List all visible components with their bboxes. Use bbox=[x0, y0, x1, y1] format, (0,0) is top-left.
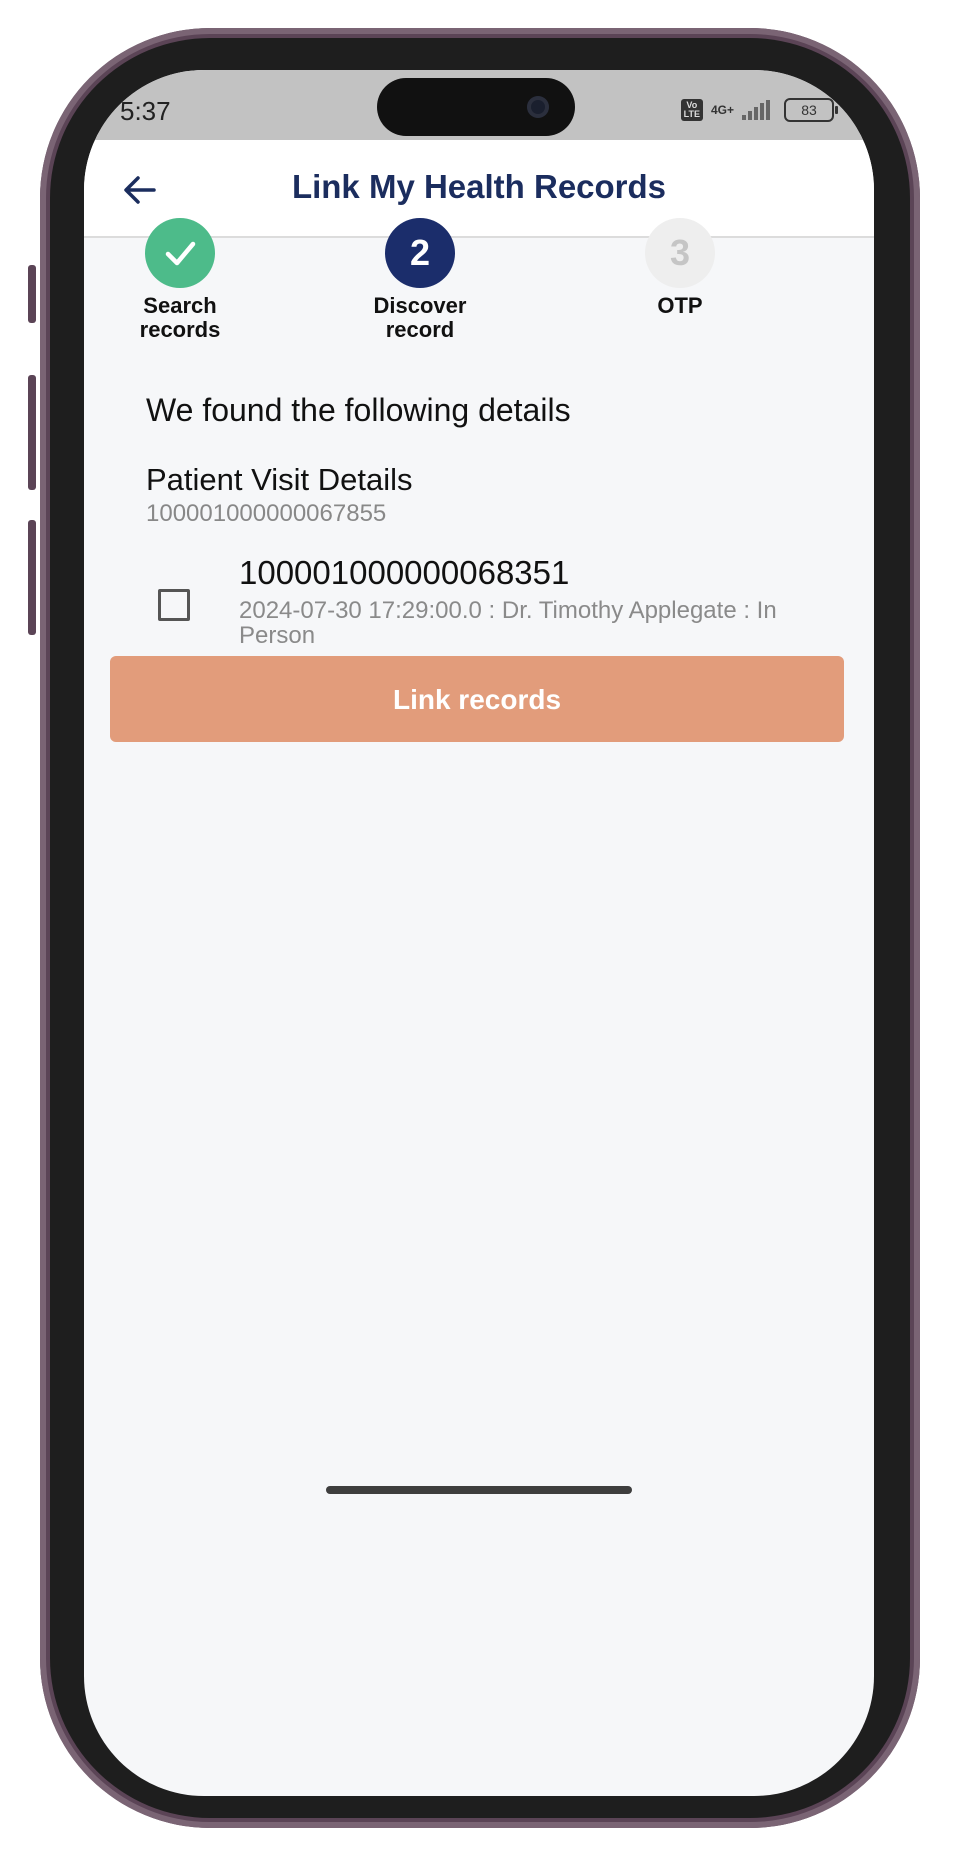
status-time: 5:37 bbox=[120, 96, 171, 126]
record-id: 100001000000068351 bbox=[239, 554, 570, 591]
section-title: Patient Visit Details bbox=[146, 462, 413, 497]
status-bar: 5:37 Vo LTE 4G+ 83 bbox=[84, 70, 874, 140]
patient-id: 100001000000067855 bbox=[146, 500, 387, 527]
battery-icon: 83 bbox=[784, 98, 838, 122]
camera-icon bbox=[527, 96, 549, 118]
step-number: 2 bbox=[385, 218, 455, 288]
step-label: Discover record bbox=[373, 293, 467, 342]
step-search-records: Search records bbox=[100, 218, 260, 342]
found-details-heading: We found the following details bbox=[146, 392, 571, 428]
record-checkbox[interactable] bbox=[158, 589, 190, 621]
network-type: 4G+ bbox=[710, 103, 734, 117]
phone-screen: 5:37 Vo LTE 4G+ 83 Link My Health Records bbox=[84, 70, 874, 1796]
page-title: Link My Health Records bbox=[291, 168, 667, 205]
step-label: Search records bbox=[139, 293, 221, 342]
step-label: OTP bbox=[657, 293, 703, 318]
step-discover-record: 2 Discover record bbox=[340, 218, 500, 342]
volte-icon: Vo LTE bbox=[680, 99, 703, 121]
signal-icon bbox=[742, 100, 770, 120]
link-records-button[interactable]: Link records bbox=[110, 656, 844, 742]
side-button-volume-down bbox=[28, 520, 36, 635]
step-number: 3 bbox=[645, 218, 715, 288]
side-button-mute bbox=[28, 265, 36, 323]
dynamic-island bbox=[377, 78, 575, 136]
side-button-volume-up bbox=[28, 375, 36, 490]
home-indicator[interactable] bbox=[326, 1486, 632, 1494]
check-icon bbox=[165, 241, 196, 266]
status-icons: Vo LTE 4G+ 83 bbox=[680, 98, 838, 122]
step-circle-done bbox=[145, 218, 215, 288]
step-otp: 3 OTP bbox=[600, 218, 760, 318]
record-detail: 2024-07-30 17:29:00.0 : Dr. Timothy Appl… bbox=[239, 597, 777, 649]
